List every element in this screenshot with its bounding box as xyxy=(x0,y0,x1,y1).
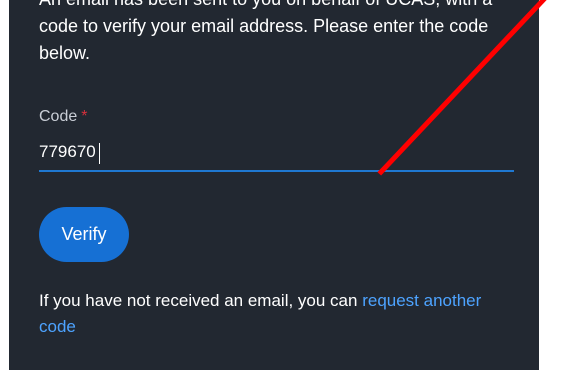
resend-text: If you have not received an email, you c… xyxy=(39,288,519,340)
text-caret xyxy=(99,143,100,164)
verify-button[interactable]: Verify xyxy=(39,207,129,262)
code-field-label: Code * xyxy=(39,106,87,128)
instruction-text: An email has been sent to you on behalf … xyxy=(39,0,492,63)
resend-prefix: If you have not received an email, you c… xyxy=(39,291,363,310)
verification-panel: An email has been sent to you on behalf … xyxy=(9,0,539,370)
code-input[interactable] xyxy=(39,140,514,172)
required-marker: * xyxy=(81,108,88,125)
code-label-text: Code xyxy=(39,108,78,125)
